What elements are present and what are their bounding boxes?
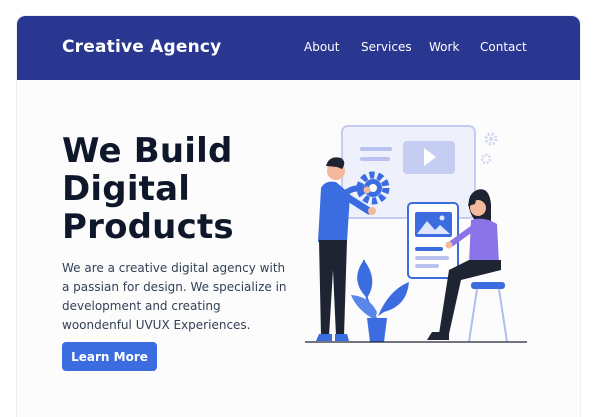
page-frame: Creative Agency About Services Work Cont… <box>17 16 580 417</box>
stool-seat <box>471 282 505 289</box>
nav-link-work[interactable]: Work <box>429 40 459 54</box>
nav-link-about[interactable]: About <box>304 40 339 54</box>
nav-links: About Services Work Contact <box>17 40 580 60</box>
nav-link-services[interactable]: Services <box>361 40 412 54</box>
hero-title-line: We Build <box>62 131 233 171</box>
nav-link-contact[interactable]: Contact <box>480 40 527 54</box>
plant-icon <box>351 259 409 342</box>
gear-icon <box>484 132 498 146</box>
top-navbar: Creative Agency About Services Work Cont… <box>17 16 580 80</box>
hero-title-line: Digital <box>62 169 191 209</box>
gear-icon <box>480 153 492 165</box>
hero-description: We are a creative digital agency with a … <box>62 261 287 332</box>
hero-title: We Build Digital Products <box>62 132 234 246</box>
hero-title-line: Products <box>62 207 234 247</box>
hero-illustration <box>305 125 527 343</box>
learn-more-button[interactable]: Learn More <box>62 342 157 371</box>
